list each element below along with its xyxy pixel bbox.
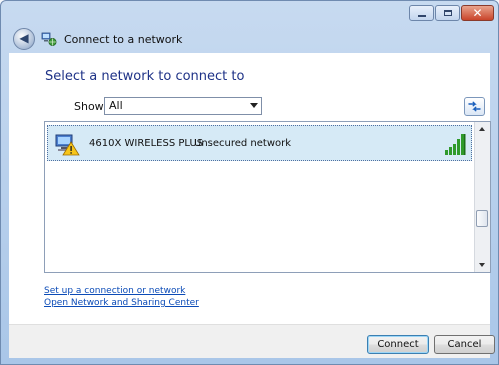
wireless-network-icon — [55, 134, 80, 156]
maximize-button[interactable] — [435, 5, 460, 21]
window-title: Connect to a network — [64, 33, 183, 46]
maximize-icon — [444, 10, 452, 16]
connect-button[interactable]: Connect — [367, 335, 429, 354]
show-filter-value: All — [109, 99, 123, 112]
title-bar: ✕ ◀ Connect to a network — [1, 1, 498, 53]
scroll-thumb[interactable] — [476, 210, 488, 227]
network-wizard-icon — [41, 32, 57, 46]
network-security-status: Unsecured network — [194, 138, 292, 149]
page-heading: Select a network to connect to — [45, 69, 245, 84]
network-sharing-center-link[interactable]: Open Network and Sharing Center — [44, 298, 199, 308]
network-list-scrollbar[interactable] — [474, 122, 490, 272]
network-list: 4610X WIRELESS PLUS Unsecured network — [44, 121, 491, 273]
refresh-button[interactable] — [464, 97, 485, 116]
cancel-button[interactable]: Cancel — [434, 335, 495, 354]
main-content: Select a network to connect to Show All — [9, 53, 491, 324]
show-label: Show — [74, 100, 104, 113]
refresh-icon — [468, 101, 481, 112]
dropdown-arrow-icon — [250, 103, 258, 108]
minimize-icon — [418, 15, 426, 17]
network-list-item[interactable]: 4610X WIRELESS PLUS Unsecured network — [47, 125, 472, 161]
back-button[interactable]: ◀ — [13, 28, 35, 50]
window-controls: ✕ — [409, 5, 494, 21]
connect-to-network-window: ✕ ◀ Connect to a network Select a networ… — [0, 0, 499, 365]
scroll-up-arrow-icon[interactable] — [479, 127, 485, 131]
button-bar: Connect Cancel — [9, 324, 495, 358]
close-icon: ✕ — [472, 6, 483, 20]
show-filter-dropdown[interactable]: All — [104, 97, 262, 115]
close-button[interactable]: ✕ — [461, 5, 494, 21]
minimize-button[interactable] — [409, 5, 434, 21]
network-name: 4610X WIRELESS PLUS — [89, 138, 204, 149]
scroll-down-arrow-icon[interactable] — [479, 263, 485, 267]
setup-connection-link[interactable]: Set up a connection or network — [44, 286, 185, 296]
signal-strength-icon — [445, 134, 466, 155]
